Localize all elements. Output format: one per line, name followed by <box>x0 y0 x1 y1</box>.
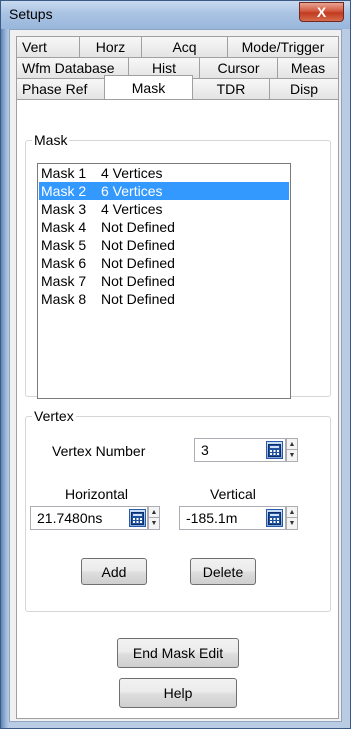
tab-strip: Vert Horz Acq Mode/Trigger Wfm Database … <box>16 36 339 99</box>
list-item[interactable]: Mask 4 Not Defined <box>39 218 289 236</box>
mask-name: Mask 5 <box>41 237 87 253</box>
tab-disp[interactable]: Disp <box>269 78 339 99</box>
horizontal-label: Horizontal <box>65 486 129 502</box>
mask-name: Mask 3 <box>41 201 87 217</box>
keypad-icon <box>131 511 144 525</box>
window-title: Setups <box>9 6 53 22</box>
mask-name: Mask 4 <box>41 219 87 235</box>
list-item[interactable]: Mask 8 Not Defined <box>39 290 289 308</box>
tab-acq[interactable]: Acq <box>141 36 228 57</box>
setups-window: Setups X Vert Horz Acq Mode/Trigger Wfm … <box>0 0 351 729</box>
vertex-group: Vertex Vertex Number 3 ▲ ▼ Horizontal Ve… <box>25 408 331 612</box>
list-item[interactable]: Mask 5 Not Defined <box>39 236 289 254</box>
mask-status: Not Defined <box>101 255 175 271</box>
vertical-spinner[interactable]: ▲ ▼ <box>286 506 298 530</box>
spin-up-icon[interactable]: ▲ <box>149 507 159 518</box>
list-item[interactable]: Mask 2 6 Vertices <box>39 182 289 200</box>
mask-group-title: Mask <box>32 132 70 148</box>
list-item[interactable]: Mask 7 Not Defined <box>39 272 289 290</box>
spin-up-icon[interactable]: ▲ <box>287 507 297 518</box>
add-button[interactable]: Add <box>81 558 147 585</box>
list-item[interactable]: Mask 3 4 Vertices <box>39 200 289 218</box>
spin-down-icon[interactable]: ▼ <box>287 518 297 529</box>
spin-down-icon[interactable]: ▼ <box>149 518 159 529</box>
mask-name: Mask 2 <box>41 183 87 199</box>
mask-status: Not Defined <box>101 219 175 235</box>
end-mask-edit-button[interactable]: End Mask Edit <box>117 638 239 668</box>
spin-down-icon[interactable]: ▼ <box>287 450 297 461</box>
mask-status: 4 Vertices <box>101 201 163 217</box>
list-item[interactable]: Mask 6 Not Defined <box>39 254 289 272</box>
keypad-button[interactable] <box>266 509 283 527</box>
horizontal-spinner[interactable]: ▲ ▼ <box>148 506 160 530</box>
mask-group: Mask Mask 1 4 Vertices Mask 2 6 Vertices M… <box>25 132 331 399</box>
help-button[interactable]: Help <box>119 678 237 708</box>
tab-meas[interactable]: Meas <box>277 57 339 78</box>
close-icon: X <box>316 4 327 20</box>
tab-mask[interactable]: Mask <box>104 75 193 99</box>
tab-phase-ref[interactable]: Phase Ref <box>16 78 105 99</box>
tab-row-1: Vert Horz Acq Mode/Trigger <box>16 36 339 57</box>
tab-cursor[interactable]: Cursor <box>199 57 278 78</box>
delete-button[interactable]: Delete <box>190 558 256 585</box>
mask-name: Mask 1 <box>41 165 87 181</box>
mask-name: Mask 6 <box>41 255 87 271</box>
tab-vert[interactable]: Vert <box>16 36 80 57</box>
mask-tab-panel: Mask Mask 1 4 Vertices Mask 2 6 Vertices M… <box>16 99 339 719</box>
tab-row-3: Phase Ref Mask TDR Disp <box>16 75 339 99</box>
mask-status: Not Defined <box>101 291 175 307</box>
dialog-client-area: Vert Horz Acq Mode/Trigger Wfm Database … <box>9 29 342 722</box>
mask-status: Not Defined <box>101 273 175 289</box>
list-item[interactable]: Mask 1 4 Vertices <box>39 164 289 182</box>
tab-horz[interactable]: Horz <box>79 36 142 57</box>
keypad-icon <box>268 511 281 525</box>
mask-name: Mask 7 <box>41 273 87 289</box>
keypad-icon <box>268 443 281 457</box>
mask-status: 4 Vertices <box>101 165 163 181</box>
mask-list[interactable]: Mask 1 4 Vertices Mask 2 6 Vertices Mask 3… <box>37 163 291 399</box>
vertex-group-title: Vertex <box>32 408 76 424</box>
keypad-button[interactable] <box>129 509 146 527</box>
vertical-label: Vertical <box>210 486 256 502</box>
tab-mode-trigger[interactable]: Mode/Trigger <box>227 36 339 57</box>
vertex-number-label: Vertex Number <box>52 443 146 459</box>
mask-status: Not Defined <box>101 237 175 253</box>
spin-up-icon[interactable]: ▲ <box>287 439 297 450</box>
keypad-button[interactable] <box>266 441 283 459</box>
title-bar[interactable]: Setups X <box>1 1 350 29</box>
mask-name: Mask 8 <box>41 291 87 307</box>
close-button[interactable]: X <box>299 2 344 22</box>
tab-tdr[interactable]: TDR <box>192 78 270 99</box>
vertex-number-spinner[interactable]: ▲ ▼ <box>286 438 298 462</box>
mask-status: 6 Vertices <box>101 183 163 199</box>
